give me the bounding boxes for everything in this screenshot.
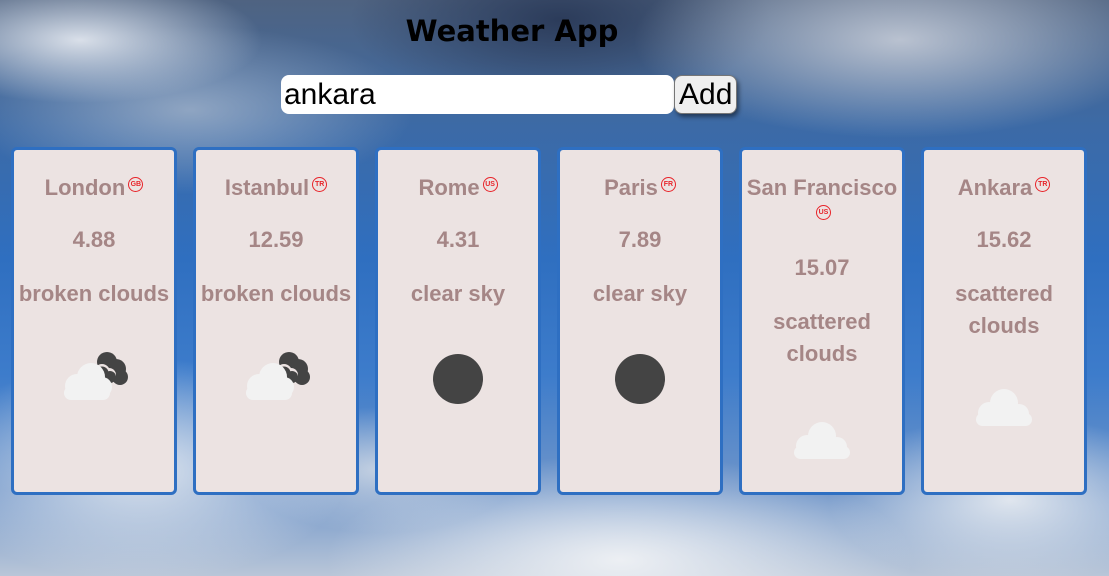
temperature: 4.88 — [72, 227, 116, 252]
city-name-line: San Francisco US — [742, 174, 902, 230]
temperature: 4.31 — [436, 227, 480, 252]
country-code-badge: TR — [1035, 177, 1051, 192]
city-name: Rome — [418, 175, 480, 200]
city-name-line: London GB — [14, 174, 174, 202]
broken-clouds-night-icon — [196, 350, 356, 402]
weather-card: Istanbul TR 12.59 broken clouds — [193, 147, 359, 495]
page-title: Weather App — [405, 14, 619, 48]
clear-sky-night-icon — [378, 353, 538, 405]
city-name-line: Rome US — [378, 174, 538, 202]
temperature: 12.59 — [248, 227, 304, 252]
weather-description: clear sky — [410, 281, 506, 306]
weather-card: Paris FR 7.89 clear sky — [557, 147, 723, 495]
city-name-line: Istanbul TR — [196, 174, 356, 202]
broken-clouds-night-icon — [14, 350, 174, 402]
scattered-clouds-icon — [742, 418, 902, 462]
weather-description: scattered clouds — [955, 281, 1053, 338]
search-bar: Add — [281, 75, 738, 114]
weather-card: Rome US 4.31 clear sky — [375, 147, 541, 495]
city-name-line: Paris FR — [560, 174, 720, 202]
city-name: Paris — [604, 175, 658, 200]
weather-card: London GB 4.88 broken clouds — [11, 147, 177, 495]
city-name: San Francisco — [746, 175, 898, 200]
city-search-input[interactable] — [281, 75, 674, 114]
weather-description: scattered clouds — [773, 309, 871, 366]
clear-sky-night-icon — [560, 353, 720, 405]
temperature: 15.07 — [794, 255, 850, 280]
city-name: Istanbul — [224, 175, 310, 200]
city-name-line: Ankara TR — [924, 174, 1084, 202]
scattered-clouds-icon — [924, 385, 1084, 429]
weather-description: broken clouds — [200, 281, 352, 306]
weather-card: Ankara TR 15.62 scattered clouds — [921, 147, 1087, 495]
temperature: 7.89 — [618, 227, 662, 252]
country-code-badge: GB — [128, 177, 144, 192]
weather-description: broken clouds — [18, 281, 170, 306]
weather-card: San Francisco US 15.07 scattered clouds — [739, 147, 905, 495]
country-code-badge: TR — [312, 177, 328, 192]
add-city-button[interactable]: Add — [674, 75, 738, 114]
city-name: Ankara — [957, 175, 1033, 200]
city-name: London — [44, 175, 126, 200]
country-code-badge: FR — [660, 177, 676, 192]
country-code-badge: US — [816, 205, 831, 220]
temperature: 15.62 — [976, 227, 1032, 252]
country-code-badge: US — [482, 177, 498, 192]
weather-description: clear sky — [592, 281, 688, 306]
